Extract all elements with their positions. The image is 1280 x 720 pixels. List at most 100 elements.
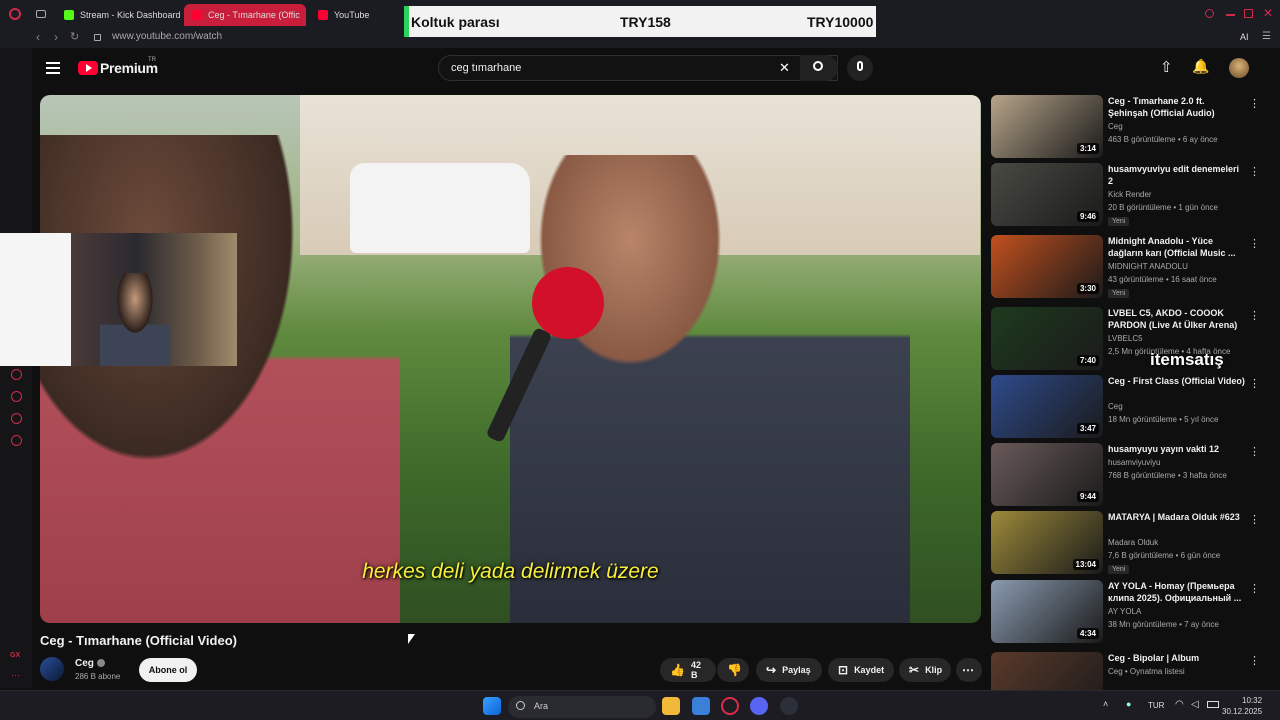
file-explorer-icon[interactable]: [662, 697, 680, 715]
tab-youtube[interactable]: YouTube: [310, 4, 390, 26]
video-thumbnail[interactable]: 3:30: [991, 235, 1103, 298]
related-channel-name[interactable]: LVBELC5: [1108, 334, 1143, 343]
related-video-item[interactable]: 9:46 husamvyuviyu edit denemeleri 2 Kick R…: [991, 163, 1271, 227]
save-button[interactable]: ⊡ Kaydet: [828, 658, 894, 682]
hamburger-menu-icon[interactable]: [46, 62, 60, 74]
search-button[interactable]: [800, 55, 838, 81]
thumbs-up-icon: 👍: [670, 663, 685, 677]
search-input[interactable]: ceg tımarhane ✕: [438, 55, 838, 81]
related-video-item[interactable]: 13:04 MATARYA | Madara Olduk #623 Madara O…: [991, 511, 1271, 575]
search-tabs-icon[interactable]: [1205, 9, 1214, 18]
related-video-title[interactable]: Midnight Anadolu - Yüce dağların karı (O…: [1108, 235, 1246, 259]
related-channel-name[interactable]: Ceg: [1108, 402, 1123, 411]
more-options-icon[interactable]: ⋮: [1249, 445, 1260, 458]
related-channel-name[interactable]: AY YOLA: [1108, 607, 1141, 616]
donation-goal-overlay: Koltuk parası TRY158 TRY10000: [404, 6, 876, 37]
system-clock[interactable]: 10:32 30.12.2025: [1222, 695, 1262, 717]
wifi-icon[interactable]: ◠: [1175, 699, 1184, 710]
forward-icon[interactable]: ›: [54, 30, 58, 44]
video-thumbnail[interactable]: 7:40: [991, 307, 1103, 370]
more-options-icon[interactable]: ⋮: [1249, 513, 1260, 526]
keyboard-language[interactable]: TUR: [1148, 701, 1164, 710]
share-button[interactable]: ↪ Paylaş: [756, 658, 822, 682]
pinboard-icon[interactable]: [11, 413, 22, 424]
more-options-icon[interactable]: ⋮: [1249, 377, 1260, 390]
more-actions-button[interactable]: ⋯: [956, 658, 982, 682]
voice-search-button[interactable]: [847, 55, 873, 81]
minimize-icon[interactable]: [1226, 14, 1235, 16]
reload-icon[interactable]: ↻: [70, 30, 79, 43]
related-video-meta: 18 Mn görüntüleme • 5 yıl önce: [1108, 415, 1219, 424]
menu-icon[interactable]: ☰: [1262, 31, 1271, 42]
more-options-icon[interactable]: ⋮: [1249, 97, 1260, 110]
clear-search-icon[interactable]: ✕: [779, 60, 790, 76]
back-icon[interactable]: ‹: [36, 30, 40, 44]
related-video-title[interactable]: husamyuyu yayın vakti 12: [1108, 443, 1246, 455]
battery-icon[interactable]: [1207, 701, 1219, 708]
opera-gx-icon[interactable]: [721, 697, 739, 715]
more-options-icon[interactable]: ⋮: [1249, 309, 1260, 322]
more-options-icon[interactable]: ⋮: [1249, 165, 1260, 178]
like-button[interactable]: 👍 42 B: [660, 658, 716, 682]
related-video-title[interactable]: Ceg - Bipolar | Album: [1108, 652, 1246, 664]
avatar[interactable]: [1229, 58, 1249, 78]
related-channel-name[interactable]: Ceg: [1108, 122, 1123, 131]
channel-name[interactable]: Ceg: [75, 658, 105, 669]
related-video-title[interactable]: husamvyuviyu edit denemeleri 2: [1108, 163, 1246, 187]
video-thumbnail[interactable]: 9:44: [991, 443, 1103, 506]
related-video-title[interactable]: Ceg - Tımarhane 2.0 ft. Şehinşah (Offici…: [1108, 95, 1246, 119]
search-query: ceg tımarhane: [451, 62, 522, 74]
ai-button[interactable]: AI: [1240, 32, 1249, 42]
related-video-title[interactable]: AY YOLA - Homay (Премьера клипа 2025). О…: [1108, 580, 1246, 604]
opera-logo-icon[interactable]: [9, 8, 21, 20]
related-channel-name[interactable]: Kick Render: [1108, 190, 1152, 199]
more-options-icon[interactable]: ⋮: [1249, 582, 1260, 595]
tray-mic-icon[interactable]: ●: [1126, 699, 1131, 709]
url-field[interactable]: www.youtube.com/watch: [112, 31, 222, 42]
subscribe-button[interactable]: Abone ol: [139, 658, 197, 682]
more-options-icon[interactable]: ⋮: [1249, 654, 1260, 667]
windows-start-icon[interactable]: [483, 697, 501, 715]
related-video-item[interactable]: 9:44 husamyuyu yayın vakti 12 husamviyuviy…: [991, 443, 1271, 507]
more-options-icon[interactable]: ⋮: [1249, 237, 1260, 250]
related-video-item[interactable]: 3:14 Ceg - Tımarhane 2.0 ft. Şehinşah (Of…: [991, 95, 1271, 159]
related-video-title[interactable]: Ceg - First Class (Official Video): [1108, 375, 1246, 387]
video-thumbnail[interactable]: 13:04: [991, 511, 1103, 574]
volume-icon[interactable]: ◁: [1191, 699, 1199, 710]
store-icon[interactable]: [692, 697, 710, 715]
channel-avatar[interactable]: [40, 657, 64, 681]
maximize-icon[interactable]: [1244, 9, 1253, 18]
related-video-title[interactable]: LVBEL C5, AKDO - COOOK PARDON (Live At Ü…: [1108, 307, 1246, 331]
taskbar-search[interactable]: Ara: [508, 696, 656, 718]
notifications-icon[interactable]: 🔔: [1192, 58, 1209, 75]
settings-icon[interactable]: [11, 435, 22, 446]
video-thumbnail[interactable]: 4:34: [991, 580, 1103, 643]
related-channel-name[interactable]: husamviyuviyu: [1108, 458, 1160, 467]
related-channel-name[interactable]: MIDNIGHT ANADOLU: [1108, 262, 1188, 271]
youtube-logo-icon[interactable]: [78, 61, 98, 75]
history-icon[interactable]: [11, 391, 22, 402]
related-video-item[interactable]: 3:47 Ceg - First Class (Official Video) Ce…: [991, 375, 1271, 439]
video-thumbnail[interactable]: 3:47: [991, 375, 1103, 438]
tray-chevron-icon[interactable]: ˄: [1103, 699, 1108, 709]
video-thumbnail[interactable]: 3:14: [991, 95, 1103, 158]
related-channel-name[interactable]: Ceg • Oynatma listesi: [1108, 667, 1185, 676]
tab-overview-icon[interactable]: [36, 10, 46, 18]
related-channel-name[interactable]: Madara Olduk: [1108, 538, 1158, 547]
player-icon[interactable]: [11, 369, 22, 380]
discord-icon[interactable]: [750, 697, 768, 715]
upload-icon[interactable]: ⇧: [1160, 58, 1173, 76]
gx-badge[interactable]: GX: [10, 652, 20, 659]
tab-youtube-video[interactable]: Ceg - Tımarhane (Offic: [184, 4, 306, 26]
related-video-item[interactable]: 4:34 AY YOLA - Homay (Премьера клипа 2025…: [991, 580, 1271, 644]
more-icon[interactable]: ⋯: [11, 670, 20, 681]
video-thumbnail[interactable]: 9:46: [991, 163, 1103, 226]
close-icon[interactable]: ✕: [1263, 6, 1273, 20]
related-video-item[interactable]: 3:30 Midnight Anadolu - Yüce dağların kar…: [991, 235, 1271, 299]
clip-button[interactable]: ✂ Klip: [899, 658, 951, 682]
tab-kick-dashboard[interactable]: Stream - Kick Dashboard: [56, 4, 180, 26]
related-video-item[interactable]: 7:40 LVBEL C5, AKDO - COOOK PARDON (Live …: [991, 307, 1271, 371]
steam-icon[interactable]: [780, 697, 798, 715]
related-video-title[interactable]: MATARYA | Madara Olduk #623: [1108, 511, 1246, 523]
dislike-button[interactable]: 👎: [717, 658, 749, 682]
